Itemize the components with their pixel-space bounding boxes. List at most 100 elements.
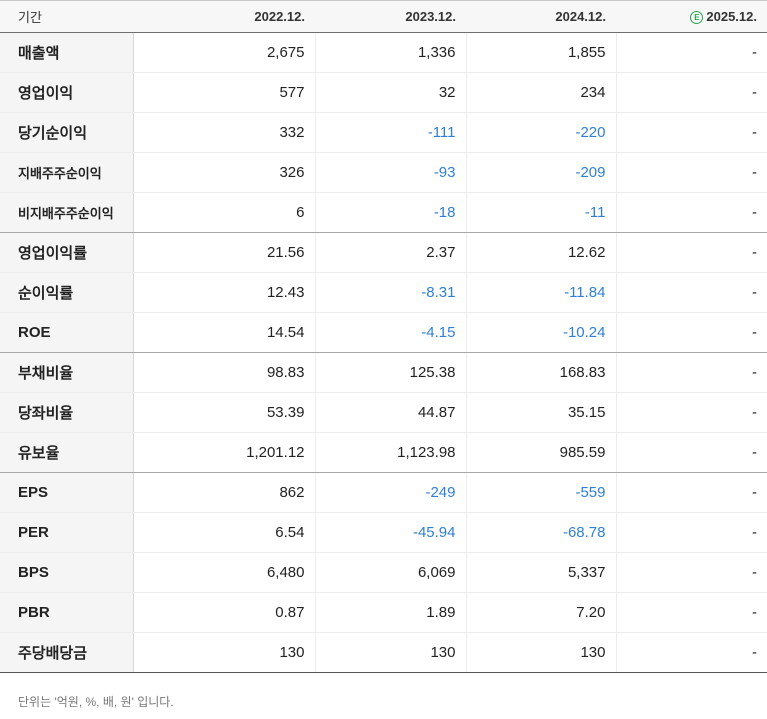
value-cell: 326	[132, 152, 315, 193]
table-row: PBR 0.87 1.89 7.20-	[0, 592, 767, 633]
value-cell: 0.87	[132, 592, 315, 633]
row-label: 주당배당금	[0, 632, 134, 673]
table-body: 매출액 2,675 1,336 1,855- 영업이익 577 32 234- 당기순이익 332…	[0, 32, 767, 673]
value-cell: 44.87	[314, 392, 466, 433]
period-header-2025-estimate: E 2025.12.	[616, 0, 767, 33]
table-row: 비지배주주순이익 6 -18 -11-	[0, 192, 767, 233]
value-cell: -18	[314, 192, 466, 233]
row-label: 영업이익률	[0, 232, 134, 273]
value-cell: -11	[465, 192, 616, 233]
row-label: 당기순이익	[0, 112, 134, 153]
table-row: 당좌비율 53.39 44.87 35.15-	[0, 392, 767, 433]
value-cell: 53.39	[132, 392, 315, 433]
value-cell: -209	[465, 152, 616, 193]
value-cell: 332	[132, 112, 315, 153]
value-cell: -11.84	[465, 272, 616, 313]
value-cell: 985.59	[465, 432, 616, 473]
value-cell: 35.15	[465, 392, 616, 433]
estimate-badge-icon: E	[690, 11, 704, 24]
value-cell: -	[615, 192, 767, 233]
table-row: 주당배당금 130 130 130-	[0, 632, 767, 673]
value-cell: -	[615, 352, 767, 393]
value-cell: -68.78	[465, 512, 616, 553]
value-cell: 1,201.12	[132, 432, 315, 473]
value-cell: 14.54	[132, 312, 315, 353]
period-header-2024: 2024.12.	[466, 0, 616, 33]
value-cell: 1,336	[314, 32, 466, 73]
header-row: 기간 2022.12. 2023.12. 2024.12. E 2025.12.	[0, 0, 767, 33]
value-cell: -	[615, 112, 767, 153]
period-label-header: 기간	[0, 0, 133, 33]
value-cell: 862	[132, 472, 315, 513]
value-cell: -8.31	[314, 272, 466, 313]
row-label: PER	[0, 512, 134, 553]
value-cell: 1.89	[314, 592, 466, 633]
value-cell: -4.15	[314, 312, 466, 353]
period-header-2023: 2023.12.	[315, 0, 466, 33]
value-cell: -	[615, 632, 767, 673]
value-cell: 130	[314, 632, 466, 673]
value-cell: 1,123.98	[314, 432, 466, 473]
value-cell: 7.20	[465, 592, 616, 633]
value-cell: -	[615, 392, 767, 433]
table-row: ROE 14.54 -4.15 -10.24-	[0, 312, 767, 353]
value-cell: -	[615, 152, 767, 193]
table-row: BPS 6,480 6,069 5,337-	[0, 552, 767, 593]
value-cell: 6,480	[132, 552, 315, 593]
value-cell: 130	[132, 632, 315, 673]
table-row: 매출액 2,675 1,336 1,855-	[0, 32, 767, 73]
row-label: 지배주주순이익	[0, 152, 134, 193]
value-cell: -	[615, 272, 767, 313]
value-cell: -220	[465, 112, 616, 153]
value-cell: -	[615, 232, 767, 273]
value-cell: -10.24	[465, 312, 616, 353]
value-cell: -	[615, 32, 767, 73]
value-cell: 6.54	[132, 512, 315, 553]
table-row: 순이익률 12.43 -8.31 -11.84-	[0, 272, 767, 313]
value-cell: -559	[465, 472, 616, 513]
row-label: 순이익률	[0, 272, 134, 313]
value-cell: 1,855	[465, 32, 616, 73]
value-cell: 130	[465, 632, 616, 673]
financial-summary-table: 기간 2022.12. 2023.12. 2024.12. E 2025.12. …	[0, 0, 767, 673]
value-cell: 21.56	[132, 232, 315, 273]
row-label: ROE	[0, 312, 134, 353]
period-header-2025-label: 2025.12.	[706, 9, 757, 24]
table-row: 영업이익 577 32 234-	[0, 72, 767, 113]
row-label: EPS	[0, 472, 134, 513]
row-label: PBR	[0, 592, 134, 633]
table-row: 영업이익률 21.56 2.37 12.62-	[0, 232, 767, 273]
value-cell: -	[615, 552, 767, 593]
value-cell: -	[615, 432, 767, 473]
table-row: 부채비율 98.83 125.38 168.83-	[0, 352, 767, 393]
row-label: 유보율	[0, 432, 134, 473]
value-cell: 6	[132, 192, 315, 233]
value-cell: -	[615, 72, 767, 113]
table-row: EPS 862 -249 -559-	[0, 472, 767, 513]
row-label: 영업이익	[0, 72, 134, 113]
row-label: 매출액	[0, 32, 134, 73]
value-cell: 2.37	[314, 232, 466, 273]
unit-footnote: 단위는 '억원, %, 배, 원' 입니다.	[18, 695, 174, 709]
value-cell: -93	[314, 152, 466, 193]
value-cell: 234	[465, 72, 616, 113]
value-cell: -	[615, 312, 767, 353]
value-cell: 5,337	[465, 552, 616, 593]
table-row: 지배주주순이익 326 -93 -209-	[0, 152, 767, 193]
row-label: 부채비율	[0, 352, 134, 393]
value-cell: -	[615, 472, 767, 513]
period-header-2022: 2022.12.	[133, 0, 315, 33]
value-cell: 98.83	[132, 352, 315, 393]
table-row: 당기순이익 332 -111 -220-	[0, 112, 767, 153]
value-cell: 577	[132, 72, 315, 113]
row-label: 비지배주주순이익	[0, 192, 134, 233]
value-cell: -111	[314, 112, 466, 153]
row-label: BPS	[0, 552, 134, 593]
value-cell: 2,675	[132, 32, 315, 73]
value-cell: -249	[314, 472, 466, 513]
table-row: PER 6.54 -45.94 -68.78-	[0, 512, 767, 553]
value-cell: -	[615, 512, 767, 553]
value-cell: 32	[314, 72, 466, 113]
value-cell: 12.62	[465, 232, 616, 273]
row-label: 당좌비율	[0, 392, 134, 433]
